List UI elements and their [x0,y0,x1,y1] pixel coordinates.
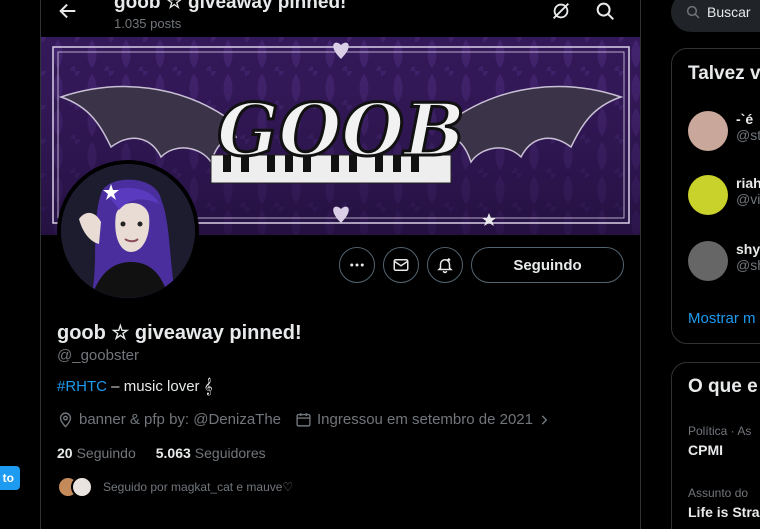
profile-header: goob ☆ giveaway pinned! 1.035 posts [41,0,640,37]
location-icon [59,412,72,428]
show-more-link[interactable]: Mostrar m [688,310,756,327]
suggestion-name: shy [736,241,760,257]
post-button[interactable]: to [0,466,20,490]
calendar-icon [296,413,311,427]
search-icon[interactable] [594,0,616,22]
search-placeholder: Buscar [707,4,751,20]
trends-title: O que e [688,376,758,397]
following-label: Seguindo [76,445,136,461]
bio-hashtag[interactable]: #RHTC [57,378,107,395]
bio-text: – music lover 𝄞 [107,378,213,395]
joined-item: Ingressou em setembro de 2021 [295,411,556,428]
more-icon [350,263,364,267]
profile-meta: banner & pfp by: @DenizaThe Ingressou em… [57,411,570,428]
avatar [688,111,728,151]
posts-count: 1.035 posts [114,16,182,31]
followed-by-text: Seguido por magkat_cat e mauve♡ [103,480,294,494]
location-text: banner & pfp by: @DenizaThe [79,411,282,428]
suggestion-item[interactable]: -`é @st [688,111,760,151]
profile-column: goob ☆ giveaway pinned! 1.035 posts GOOB… [41,0,641,529]
suggestion-handle: @vi [736,191,760,207]
follow-stats: 20 Seguindo 5.063 Seguidores [57,445,286,461]
avatar [688,175,728,215]
search-input[interactable]: Buscar [671,0,760,32]
trend-item[interactable]: Life is Stra [688,504,760,520]
trend-category: Assunto do [688,486,749,500]
following-button[interactable]: Seguindo [471,247,624,283]
chevron-right-icon[interactable] [537,413,551,427]
bell-icon [437,258,453,274]
left-nav: to [0,0,41,529]
avatar-image [61,164,195,298]
handle: @_goobster [57,347,139,364]
search-icon [686,5,700,19]
followed-by[interactable]: Seguido por magkat_cat e mauve♡ [57,476,293,498]
trend-item[interactable]: CPMI [688,442,723,458]
right-sidebar: Buscar Talvez v -`é@st riah@vi shy@sh Mo… [642,0,760,529]
who-to-follow-panel: Talvez v -`é@st riah@vi shy@sh Mostrar m [671,48,760,344]
followers-count: 5.063 [155,445,191,461]
notify-button[interactable] [427,247,463,283]
followers-label: Seguidores [194,445,266,461]
trends-panel: O que e Política · As CPMI Assunto do Li… [671,362,760,529]
suggestion-handle: @sh [736,257,760,273]
suggestion-item[interactable]: shy@sh [688,241,760,281]
suggestion-item[interactable]: riah @vi [688,175,760,215]
message-button[interactable] [383,247,419,283]
follower-avatar [71,476,93,498]
banner-logo: GOOB [217,87,465,172]
suggestion-name: -`é [736,111,754,127]
more-button[interactable] [339,247,375,283]
followers-link[interactable]: 5.063 Seguidores [156,445,266,461]
following-count: 20 [57,445,73,461]
avatar-frame [57,160,199,302]
joined-text: Ingressou em setembro de 2021 [317,411,533,428]
bio: #RHTC – music lover 𝄞 [57,378,213,395]
back-arrow-icon[interactable] [57,0,79,22]
mail-icon [393,259,409,271]
suggestion-handle: @st [736,127,760,143]
display-name: goob ☆ giveaway pinned! [57,322,302,344]
trend-category: Política · As [688,424,752,438]
location-item: banner & pfp by: @DenizaThe [57,411,281,428]
suggestion-name: riah [736,175,760,191]
avatar[interactable] [61,164,195,298]
grok-icon[interactable] [550,0,572,22]
who-to-follow-title: Talvez v [688,63,760,84]
following-link[interactable]: 20 Seguindo [57,445,136,461]
header-title: goob ☆ giveaway pinned! [114,0,347,13]
avatar [688,241,728,281]
